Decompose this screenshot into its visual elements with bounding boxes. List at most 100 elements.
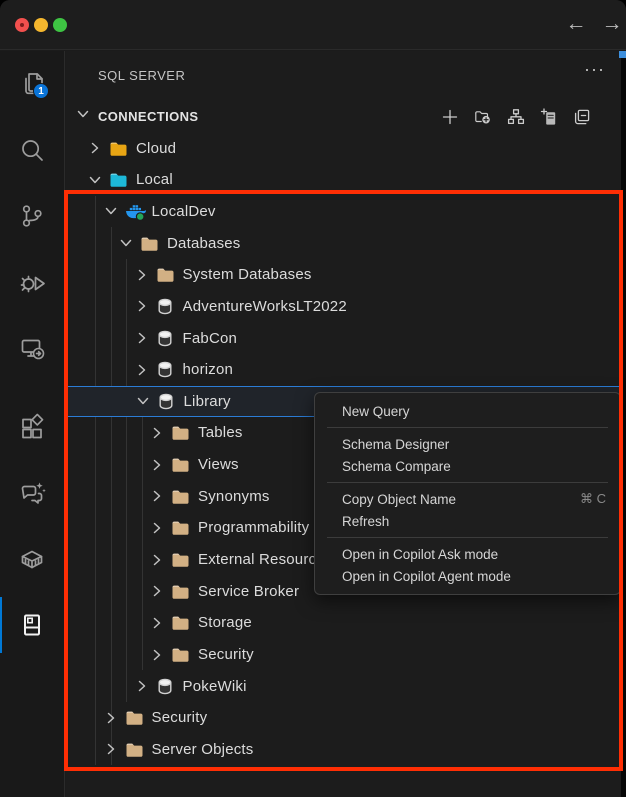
tree-row-local[interactable]: Local (66, 164, 620, 196)
database-icon (156, 360, 175, 379)
sql-server-activity-icon[interactable] (0, 592, 64, 658)
tree-row-adventureworkslt2022[interactable]: AdventureWorksLT2022 (66, 291, 620, 323)
tree-row-server-objects[interactable]: Server Objects (66, 734, 620, 766)
menu-item-schema-compare[interactable]: Schema Compare (315, 455, 620, 477)
folder-icon (171, 645, 190, 664)
title-bar: ← → (0, 0, 626, 50)
chevron-right-icon[interactable] (149, 488, 165, 504)
tree-row-label: Server Objects (152, 741, 254, 758)
folder-icon (125, 708, 144, 727)
tree-row-security[interactable]: Security (66, 639, 620, 671)
scrollbar-top-indicator (619, 51, 626, 58)
tree-row-cloud[interactable]: Cloud (66, 132, 620, 164)
navigate-forward-icon[interactable]: → (598, 10, 626, 38)
navigate-back-icon[interactable]: ← (562, 10, 590, 38)
folder-icon (156, 265, 175, 284)
tree-row-label: Security (198, 646, 254, 663)
tree-row-horizon[interactable]: horizon (66, 354, 620, 386)
tree-row-label: horizon (183, 361, 234, 378)
menu-item-label: New Query (342, 404, 606, 419)
context-menu: New Query Schema Designer Schema Compare Co… (314, 392, 621, 595)
tree-row-label: External Resources (198, 551, 333, 568)
folder-icon (171, 487, 190, 506)
menu-item-schema-designer[interactable]: Schema Designer (315, 433, 620, 455)
folder-icon (171, 455, 190, 474)
tree-row-fabcon[interactable]: FabCon (66, 322, 620, 354)
chevron-right-icon[interactable] (149, 425, 165, 441)
remote-explorer-activity-icon[interactable] (0, 315, 64, 381)
explorer-activity-icon[interactable]: 1 (0, 51, 64, 117)
tree-row-label: PokeWiki (183, 678, 247, 695)
chevron-right-icon[interactable] (134, 330, 150, 346)
tree-row-label: Synonyms (198, 488, 270, 505)
chevron-right-icon[interactable] (149, 615, 165, 631)
chevron-right-icon[interactable] (134, 267, 150, 283)
tree-row-label: Storage (198, 614, 252, 631)
docker-activity-icon[interactable] (0, 526, 64, 592)
menu-item-label: Schema Compare (342, 459, 606, 474)
menu-item-refresh[interactable]: Refresh (315, 510, 620, 532)
folder-icon (109, 170, 128, 189)
chevron-down-icon[interactable] (103, 203, 119, 219)
chevron-right-icon[interactable] (149, 520, 165, 536)
folder-icon (171, 613, 190, 632)
menu-separator (327, 482, 608, 483)
chevron-right-icon[interactable] (134, 298, 150, 314)
menu-item-new-query[interactable]: New Query (315, 400, 620, 422)
tree-row-label: Service Broker (198, 583, 299, 600)
app-window: ← → 1 SQL SERVER ··· CONNECTIONS CloudLo… (0, 0, 626, 797)
tree-row-label: Security (152, 709, 208, 726)
chevron-down-icon[interactable] (87, 172, 103, 188)
tree-row-databases[interactable]: Databases (66, 227, 620, 259)
close-window-button[interactable] (15, 18, 29, 32)
chevron-right-icon[interactable] (87, 140, 103, 156)
explorer-badge: 1 (33, 83, 49, 99)
database-icon (156, 297, 175, 316)
menu-item-label: Open in Copilot Agent mode (342, 569, 606, 584)
tree-row-label: Cloud (136, 140, 176, 157)
tree-row-pokewiki[interactable]: PokeWiki (66, 670, 620, 702)
chevron-down-icon[interactable] (118, 235, 134, 251)
minimize-window-button[interactable] (34, 18, 48, 32)
chevron-right-icon[interactable] (134, 362, 150, 378)
chevron-down-icon[interactable] (135, 393, 151, 409)
tree-row-label: Programmability (198, 519, 309, 536)
chevron-right-icon[interactable] (103, 741, 119, 757)
tree-row-label: System Databases (183, 266, 312, 283)
maximize-window-button[interactable] (53, 18, 67, 32)
extensions-activity-icon[interactable] (0, 394, 64, 460)
run-debug-activity-icon[interactable] (0, 249, 64, 315)
menu-item-label: Copy Object Name (342, 492, 580, 507)
chevron-right-icon[interactable] (103, 710, 119, 726)
chevron-right-icon[interactable] (134, 678, 150, 694)
tree-row-security[interactable]: Security (66, 702, 620, 734)
activity-bar: 1 (0, 51, 65, 797)
menu-separator (327, 537, 608, 538)
chevron-right-icon[interactable] (149, 583, 165, 599)
menu-item-open-in-copilot-ask-mode[interactable]: Open in Copilot Ask mode (315, 543, 620, 565)
tree-row-localdev[interactable]: LocalDev (66, 196, 620, 228)
chevron-right-icon[interactable] (149, 647, 165, 663)
chat-activity-icon[interactable] (0, 460, 64, 526)
docker-server-icon (125, 202, 144, 221)
folder-icon (171, 518, 190, 537)
menu-item-shortcut: ⌘ C (580, 491, 606, 507)
tree-row-system-databases[interactable]: System Databases (66, 259, 620, 291)
chevron-right-icon[interactable] (149, 552, 165, 568)
tree-row-storage[interactable]: Storage (66, 607, 620, 639)
menu-item-copy-object-name[interactable]: Copy Object Name⌘ C (315, 488, 620, 510)
search-activity-icon[interactable] (0, 117, 64, 183)
database-icon (156, 677, 175, 696)
folder-icon (171, 423, 190, 442)
chevron-right-icon[interactable] (149, 457, 165, 473)
tree-row-label: Library (184, 393, 231, 410)
database-icon (156, 329, 175, 348)
menu-separator (327, 427, 608, 428)
source-control-activity-icon[interactable] (0, 183, 64, 249)
sql-server-side-panel: SQL SERVER ··· CONNECTIONS CloudLocalLoc… (66, 51, 621, 797)
menu-item-open-in-copilot-agent-mode[interactable]: Open in Copilot Agent mode (315, 565, 620, 587)
tree-row-label: LocalDev (152, 203, 216, 220)
tree-row-label: Views (198, 456, 239, 473)
folder-icon (171, 582, 190, 601)
menu-item-label: Open in Copilot Ask mode (342, 547, 606, 562)
